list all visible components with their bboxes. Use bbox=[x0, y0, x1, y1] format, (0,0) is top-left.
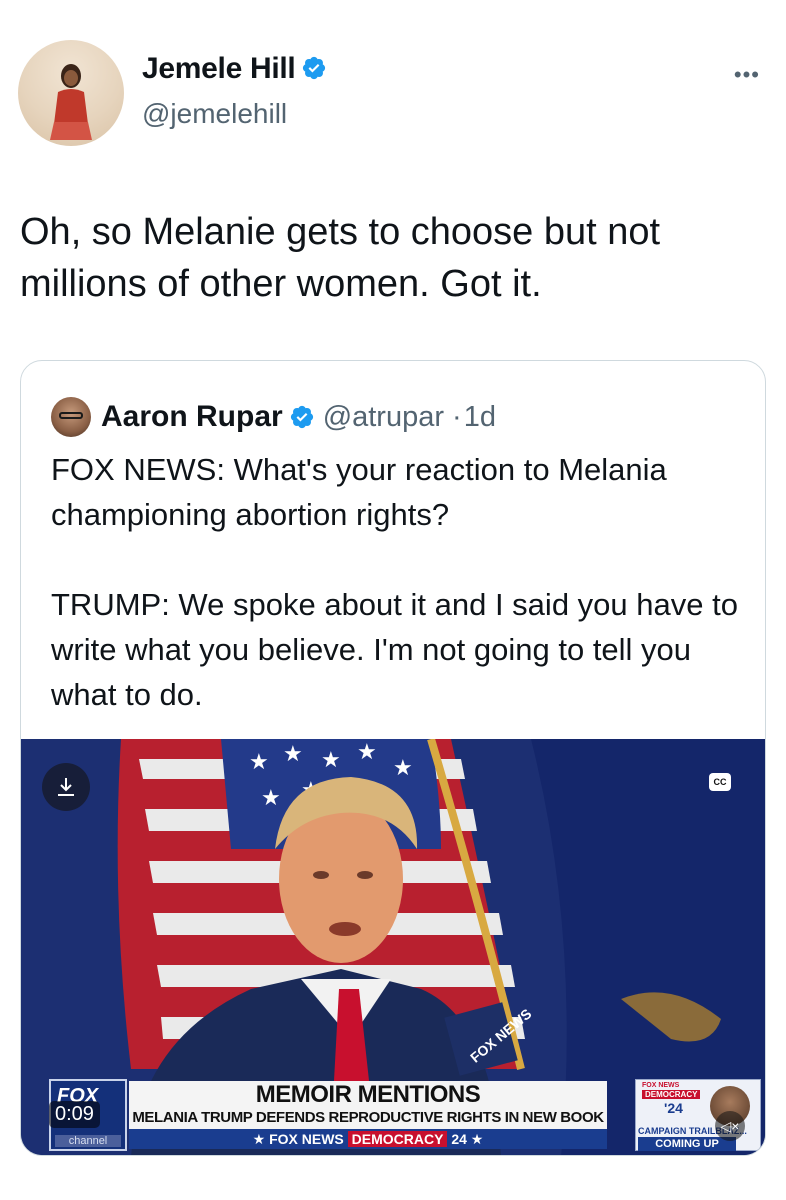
separator-dot: · bbox=[452, 400, 462, 433]
headline-title: MEMOIR MENTIONS bbox=[255, 1081, 481, 1108]
svg-text:★: ★ bbox=[393, 756, 413, 781]
quoted-author-name[interactable]: Aaron Rupar bbox=[101, 400, 283, 434]
news-lower-third: FOX channel MEMOIR MENTIONS MELANIA TRUM… bbox=[49, 1079, 761, 1151]
author-avatar[interactable] bbox=[18, 40, 124, 146]
mute-icon: ◁× bbox=[720, 1118, 740, 1134]
brand-right: 24 ★ bbox=[451, 1131, 484, 1147]
closed-captions-button[interactable]: CC bbox=[709, 773, 731, 791]
quoted-author-handle[interactable]: @atrupar bbox=[323, 401, 444, 434]
avatar-glasses bbox=[59, 412, 83, 419]
channel-bug-label: channel bbox=[55, 1135, 121, 1147]
quoted-tweet-header: Aaron Rupar @atrupar · 1d bbox=[51, 395, 496, 439]
brand-left: ★ FOX NEWS bbox=[252, 1131, 344, 1147]
svg-text:★: ★ bbox=[357, 740, 377, 765]
avatar-figure-image bbox=[50, 64, 92, 140]
download-button[interactable] bbox=[42, 763, 90, 811]
quoted-tweet-text: FOX NEWS: What's your reaction to Melani… bbox=[51, 452, 738, 712]
tweet-text: Oh, so Melanie gets to choose but not mi… bbox=[20, 211, 661, 305]
verified-badge-icon bbox=[303, 56, 326, 80]
brand-democracy: DEMOCRACY bbox=[347, 1131, 448, 1147]
author-handle[interactable]: @jemelehill bbox=[142, 98, 287, 130]
video-player[interactable]: ★★★★★ ★★★★ FOX NEWS CC FOX channel bbox=[21, 739, 765, 1155]
promo-coming-up: COMING UP bbox=[638, 1137, 736, 1151]
author-name[interactable]: Jemele Hill bbox=[142, 52, 296, 85]
promo-24: '24 bbox=[664, 1100, 683, 1116]
promo-democracy: DEMOCRACY bbox=[642, 1090, 701, 1099]
svg-text:★: ★ bbox=[321, 748, 341, 773]
headline-brand-bar: ★ FOX NEWS DEMOCRACY 24 ★ bbox=[129, 1129, 607, 1149]
headline-subtitle: MELANIA TRUMP DEFENDS REPRODUCTIVE RIGHT… bbox=[132, 1109, 604, 1126]
download-icon bbox=[58, 778, 74, 796]
verified-badge-icon bbox=[290, 405, 313, 429]
headline-box: MEMOIR MENTIONS MELANIA TRUMP DEFENDS RE… bbox=[129, 1081, 607, 1149]
promo-network: FOX NEWS bbox=[642, 1082, 680, 1089]
svg-text:★: ★ bbox=[261, 786, 281, 811]
video-timestamp: 0:09 bbox=[49, 1101, 100, 1128]
svg-text:★: ★ bbox=[249, 750, 269, 775]
author-name-row[interactable]: Jemele Hill bbox=[142, 52, 327, 86]
quoted-author-avatar[interactable] bbox=[51, 397, 91, 437]
campaign-promo: FOX NEWS DEMOCRACY '24 CAMPAIGN TRAILBLA… bbox=[635, 1079, 761, 1151]
svg-text:★: ★ bbox=[283, 742, 303, 767]
quoted-tweet-time[interactable]: 1d bbox=[464, 401, 496, 434]
mute-button[interactable]: ◁× bbox=[715, 1111, 745, 1141]
quoted-tweet-card[interactable]: Aaron Rupar @atrupar · 1d FOX NEWS: What… bbox=[20, 360, 766, 1156]
more-dots-icon[interactable]: ••• bbox=[734, 62, 760, 88]
